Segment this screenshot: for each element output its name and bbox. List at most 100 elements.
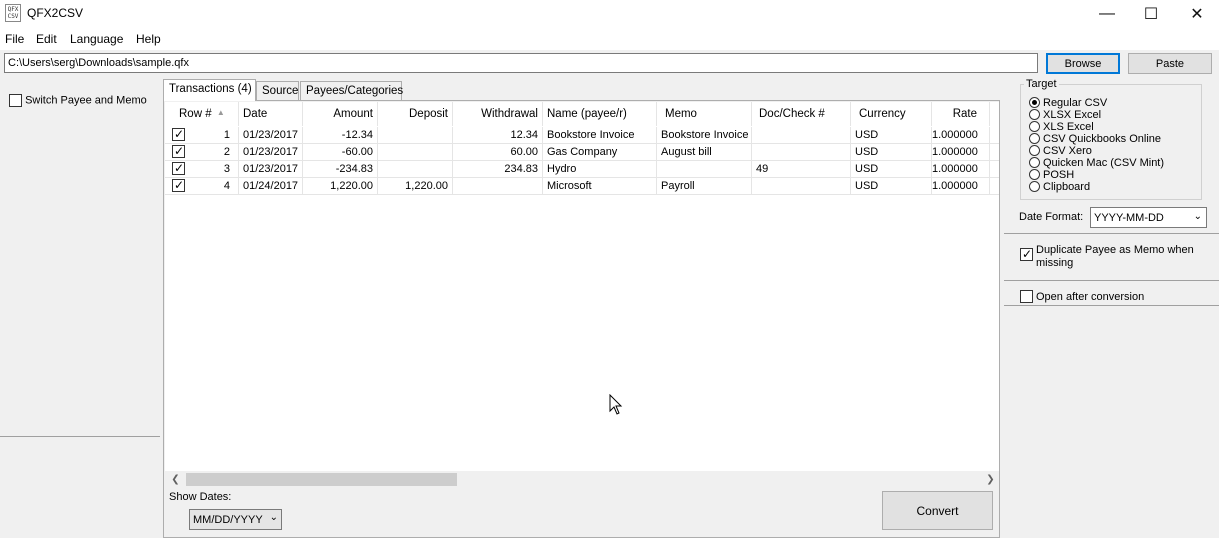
cell-rate[interactable]: 1.000000 <box>932 144 990 161</box>
radio-icon[interactable] <box>1029 97 1040 108</box>
col-amount[interactable]: Amount <box>303 102 378 126</box>
cell-doc[interactable]: 49 <box>752 161 851 178</box>
menu-file[interactable]: File <box>5 32 24 46</box>
cell-memo[interactable]: Bookstore Invoice <box>657 127 752 144</box>
target-option-regular-csv[interactable]: Regular CSV <box>1029 97 1107 109</box>
tab-transactions[interactable]: Transactions (4) <box>163 79 256 101</box>
cell-date[interactable]: 01/23/2017 <box>239 144 303 161</box>
row-select-cell[interactable]: 3 <box>165 161 239 178</box>
cell-name[interactable]: Bookstore Invoice <box>543 127 657 144</box>
col-row-number[interactable]: Row # ▲ <box>165 102 239 126</box>
target-option-label: XLS Excel <box>1043 121 1094 133</box>
col-rate[interactable]: Rate <box>932 102 990 126</box>
cell-withdrawal[interactable]: 234.83 <box>453 161 543 178</box>
cell-memo[interactable]: August bill <box>657 144 752 161</box>
col-deposit[interactable]: Deposit <box>378 102 453 126</box>
radio-icon[interactable] <box>1029 133 1040 144</box>
col-name[interactable]: Name (payee/r) <box>543 102 657 126</box>
row-select-cell[interactable]: 2 <box>165 144 239 161</box>
row-select-cell[interactable]: 4 <box>165 178 239 195</box>
row-checkbox[interactable] <box>172 127 185 142</box>
radio-icon[interactable] <box>1029 181 1040 192</box>
cell-currency[interactable]: USD <box>851 144 932 161</box>
radio-icon[interactable] <box>1029 121 1040 132</box>
cell-memo[interactable] <box>657 161 752 178</box>
cell-rate[interactable]: 1.000000 <box>932 178 990 195</box>
cell-amount[interactable]: -234.83 <box>303 161 378 178</box>
cell-withdrawal[interactable]: 60.00 <box>453 144 543 161</box>
cell-name[interactable]: Hydro <box>543 161 657 178</box>
menu-language[interactable]: Language <box>70 32 123 46</box>
scroll-right-icon[interactable]: ❯ <box>982 471 999 488</box>
date-format-select[interactable]: YYYY-MM-DD ⌄ <box>1090 207 1207 228</box>
paste-button[interactable]: Paste <box>1128 53 1212 74</box>
cell-date[interactable]: 01/23/2017 <box>239 127 303 144</box>
cell-name[interactable]: Microsoft <box>543 178 657 195</box>
row-checkbox[interactable] <box>172 178 185 193</box>
cell-deposit[interactable] <box>378 161 453 178</box>
row-select-cell[interactable]: 1 <box>165 127 239 144</box>
radio-icon[interactable] <box>1029 157 1040 168</box>
close-button[interactable]: ✕ <box>1174 0 1219 28</box>
menu-edit[interactable]: Edit <box>36 32 57 46</box>
cell-currency[interactable]: USD <box>851 161 932 178</box>
target-group-label: Target <box>1024 78 1059 90</box>
row-checkbox[interactable] <box>172 144 185 159</box>
maximize-button[interactable]: ☐ <box>1128 0 1174 28</box>
cell-withdrawal[interactable] <box>453 178 543 195</box>
cell-rate[interactable]: 1.000000 <box>932 127 990 144</box>
cell-currency[interactable]: USD <box>851 178 932 195</box>
show-dates-select[interactable]: MM/DD/YYYY ⌄ <box>189 509 282 530</box>
target-option-quicken-mac[interactable]: Quicken Mac (CSV Mint) <box>1029 157 1164 169</box>
cell-currency[interactable]: USD <box>851 127 932 144</box>
cell-deposit[interactable] <box>378 144 453 161</box>
menu-help[interactable]: Help <box>136 32 161 46</box>
cell-deposit[interactable] <box>378 127 453 144</box>
cell-deposit[interactable]: 1,220.00 <box>378 178 453 195</box>
scroll-left-icon[interactable]: ❮ <box>167 471 184 488</box>
cell-date[interactable]: 01/23/2017 <box>239 161 303 178</box>
col-doc-check[interactable]: Doc/Check # <box>752 102 851 126</box>
switch-payee-memo-option[interactable]: Switch Payee and Memo <box>9 94 147 107</box>
switch-payee-memo-checkbox[interactable] <box>9 94 22 107</box>
col-memo[interactable]: Memo <box>657 102 752 126</box>
cell-amount[interactable]: -12.34 <box>303 127 378 144</box>
target-option-xls-excel[interactable]: XLS Excel <box>1029 121 1094 133</box>
tab-payees-categories[interactable]: Payees/Categories <box>300 81 403 100</box>
target-option-clipboard[interactable]: Clipboard <box>1029 181 1090 193</box>
col-date[interactable]: Date <box>239 102 303 126</box>
cell-amount[interactable]: 1,220.00 <box>303 178 378 195</box>
cell-amount[interactable]: -60.00 <box>303 144 378 161</box>
file-path-input[interactable]: C:\Users\serg\Downloads\sample.qfx <box>4 53 1038 73</box>
table-row[interactable]: 4 01/24/2017 1,220.00 1,220.00 Microsoft… <box>165 178 999 195</box>
minimize-button[interactable]: — <box>1084 0 1130 28</box>
table-row[interactable]: 3 01/23/2017 -234.83 234.83 Hydro 49 USD… <box>165 161 999 178</box>
cell-doc[interactable] <box>752 127 851 144</box>
browse-button[interactable]: Browse <box>1046 53 1120 74</box>
target-option-posh[interactable]: POSH <box>1029 169 1074 181</box>
radio-icon[interactable] <box>1029 145 1040 156</box>
convert-button[interactable]: Convert <box>882 491 993 530</box>
radio-icon[interactable] <box>1029 169 1040 180</box>
cell-withdrawal[interactable]: 12.34 <box>453 127 543 144</box>
tab-source[interactable]: Source <box>256 81 299 100</box>
scrollbar-thumb[interactable] <box>186 473 457 486</box>
cell-name[interactable]: Gas Company <box>543 144 657 161</box>
target-option-csv-xero[interactable]: CSV Xero <box>1029 145 1092 157</box>
table-row[interactable]: 2 01/23/2017 -60.00 60.00 Gas Company Au… <box>165 144 999 161</box>
table-row[interactable]: 1 01/23/2017 -12.34 12.34 Bookstore Invo… <box>165 127 999 144</box>
cell-memo[interactable]: Payroll <box>657 178 752 195</box>
cell-rate[interactable]: 1.000000 <box>932 161 990 178</box>
cell-doc[interactable] <box>752 144 851 161</box>
target-option-xlsx-excel[interactable]: XLSX Excel <box>1029 109 1101 121</box>
row-checkbox[interactable] <box>172 161 185 176</box>
target-option-csv-quickbooks[interactable]: CSV Quickbooks Online <box>1029 133 1161 145</box>
duplicate-payee-checkbox[interactable] <box>1020 246 1033 262</box>
col-currency[interactable]: Currency <box>851 102 932 126</box>
horizontal-scrollbar[interactable]: ❮ ❯ <box>165 471 999 488</box>
cell-date[interactable]: 01/24/2017 <box>239 178 303 195</box>
col-withdrawal[interactable]: Withdrawal <box>453 102 543 126</box>
cell-doc[interactable] <box>752 178 851 195</box>
open-after-checkbox[interactable] <box>1020 290 1033 303</box>
radio-icon[interactable] <box>1029 109 1040 120</box>
